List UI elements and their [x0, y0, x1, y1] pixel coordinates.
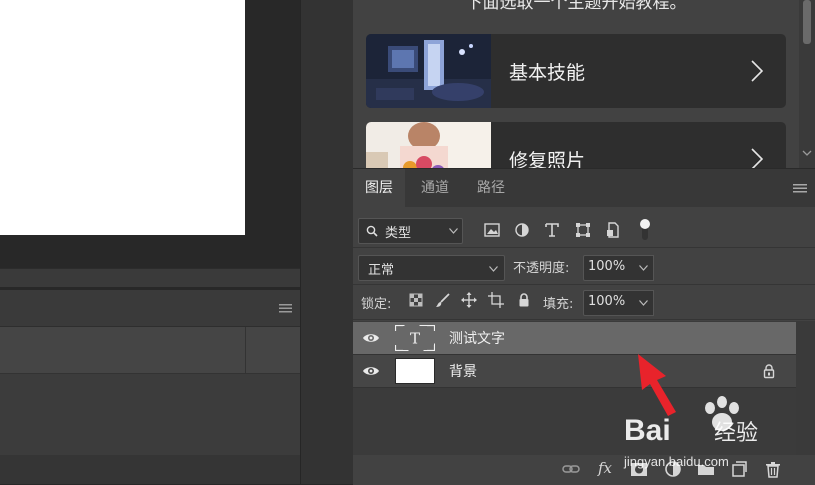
watermark-url: jingyan.baidu.com	[623, 454, 729, 469]
panel-tab-bar: 图层 通道 路径	[353, 169, 815, 207]
tutorial-thumbnail-night-room	[366, 34, 491, 108]
blend-mode-value: 正常	[368, 263, 395, 278]
shape-filter-icon[interactable]	[574, 221, 592, 239]
chevron-right-icon	[751, 60, 764, 82]
learn-panel-scrollbar[interactable]	[799, 0, 815, 168]
text-layer-thumbnail-icon: T	[395, 325, 435, 351]
layer-filter-select[interactable]: 类型	[358, 218, 463, 244]
adjustment-filter-icon[interactable]	[513, 221, 531, 239]
blend-mode-select[interactable]: 正常	[358, 255, 505, 281]
link-layers-icon[interactable]	[561, 459, 581, 479]
watermark-brand-cn: 经验	[714, 421, 758, 446]
lock-label: 锁定:	[361, 297, 392, 312]
layer-name: 测试文字	[449, 331, 505, 347]
document-canvas[interactable]	[0, 0, 245, 235]
panel-menu-icon[interactable]	[279, 304, 292, 313]
divider	[353, 319, 815, 320]
opacity-label: 不透明度:	[513, 261, 570, 276]
lock-all-icon[interactable]	[516, 292, 532, 308]
fill-label: 填充:	[543, 297, 574, 312]
learn-panel-title: 下面选取一个主题开始教程。	[465, 0, 687, 13]
eye-icon[interactable]	[362, 364, 380, 378]
chevron-down-icon	[449, 228, 458, 234]
text-filter-icon[interactable]	[543, 221, 561, 239]
image-filter-icon[interactable]	[483, 221, 501, 239]
tab-layers[interactable]: 图层	[353, 169, 405, 207]
divider	[353, 247, 815, 248]
opacity-value: 100%	[588, 259, 626, 274]
fill-dropdown-button[interactable]	[635, 290, 654, 316]
left-panel-row[interactable]	[0, 327, 300, 374]
layer-style-fx-button[interactable]: fx	[598, 459, 612, 477]
panel-gutter	[300, 0, 354, 484]
layer-list-scrollbar[interactable]	[796, 321, 815, 455]
left-panel	[0, 290, 300, 484]
left-panel-footer	[0, 455, 300, 484]
baidu-jingyan-watermark: Bai 经验 jingyan.baidu.com	[623, 396, 758, 469]
tutorial-label: 基本技能	[509, 62, 586, 84]
chevron-down-icon	[639, 300, 648, 306]
artboard-icon[interactable]	[488, 292, 504, 308]
brush-icon[interactable]	[435, 292, 451, 308]
watermark-brand: Bai	[624, 414, 671, 447]
lock-icon[interactable]	[762, 363, 776, 379]
learn-panel: 下面选取一个主题开始教程。 基本技能 修复照片	[353, 0, 815, 196]
document-canvas-area[interactable]	[0, 0, 300, 268]
fill-input[interactable]: 100%	[583, 290, 637, 316]
chevron-down-icon[interactable]	[802, 148, 812, 158]
panel-menu-icon[interactable]	[793, 184, 807, 193]
chevron-down-icon	[639, 265, 648, 271]
filter-toggle-switch[interactable]	[639, 218, 651, 242]
opacity-input[interactable]: 100%	[583, 255, 637, 281]
lock-transparent-pixels-icon[interactable]	[408, 292, 424, 308]
layer-name: 背景	[449, 364, 477, 380]
filter-value: 类型	[385, 226, 412, 241]
opacity-dropdown-button[interactable]	[635, 255, 654, 281]
search-icon	[366, 225, 378, 237]
fill-value: 100%	[588, 294, 626, 309]
eye-icon[interactable]	[362, 331, 380, 345]
layer-row-text[interactable]: T 测试文字	[353, 322, 796, 355]
smart-object-filter-icon[interactable]	[604, 221, 622, 239]
svg-text:T: T	[410, 330, 420, 348]
left-panel-divider	[245, 327, 246, 373]
scrollbar-thumb[interactable]	[803, 0, 811, 44]
move-icon[interactable]	[461, 292, 477, 308]
layer-row-background[interactable]: 背景	[353, 355, 796, 388]
background-layer-thumbnail	[395, 358, 435, 384]
divider	[353, 284, 815, 285]
tab-paths[interactable]: 路径	[465, 169, 517, 207]
left-panel-header	[0, 290, 300, 327]
chevron-down-icon	[489, 266, 498, 272]
canvas-horizontal-scrollbar[interactable]	[0, 268, 300, 287]
tab-channels[interactable]: 通道	[409, 169, 461, 207]
tutorial-card-basic-skills[interactable]: 基本技能	[366, 34, 786, 108]
